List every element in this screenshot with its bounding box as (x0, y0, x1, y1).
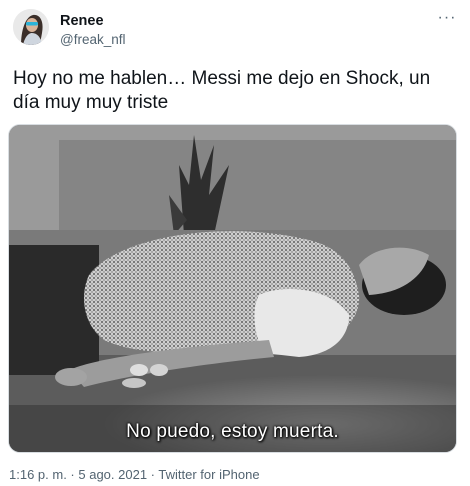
tweet-meta: 1:16 p. m. · 5 ago. 2021 · Twitter for i… (9, 467, 260, 483)
meta-separator: · (147, 467, 159, 482)
media-photo (9, 125, 456, 452)
user-handle[interactable]: @freak_nfl (60, 31, 125, 48)
tweet-card: Renee @freak_nfl ··· Hoy no me hablen… M… (0, 0, 470, 486)
tweet-text: Hoy no me hablen… Messi me dejo en Shock… (13, 68, 431, 113)
tweet-source-link[interactable]: Twitter for iPhone (158, 467, 259, 482)
avatar[interactable] (13, 9, 49, 45)
author-info: Renee @freak_nfl (60, 13, 125, 48)
meta-separator: · (66, 467, 79, 482)
tweet-time-link[interactable]: 1:16 p. m. (9, 467, 67, 482)
more-options-icon[interactable]: ··· (436, 10, 458, 27)
media-subtitle: No puedo, estoy muerta. (126, 421, 339, 442)
avatar-image (13, 9, 49, 45)
display-name[interactable]: Renee (60, 13, 125, 30)
tweet-media[interactable]: No puedo, estoy muerta. (8, 124, 457, 453)
tweet-date-link[interactable]: 5 ago. 2021 (78, 467, 147, 482)
